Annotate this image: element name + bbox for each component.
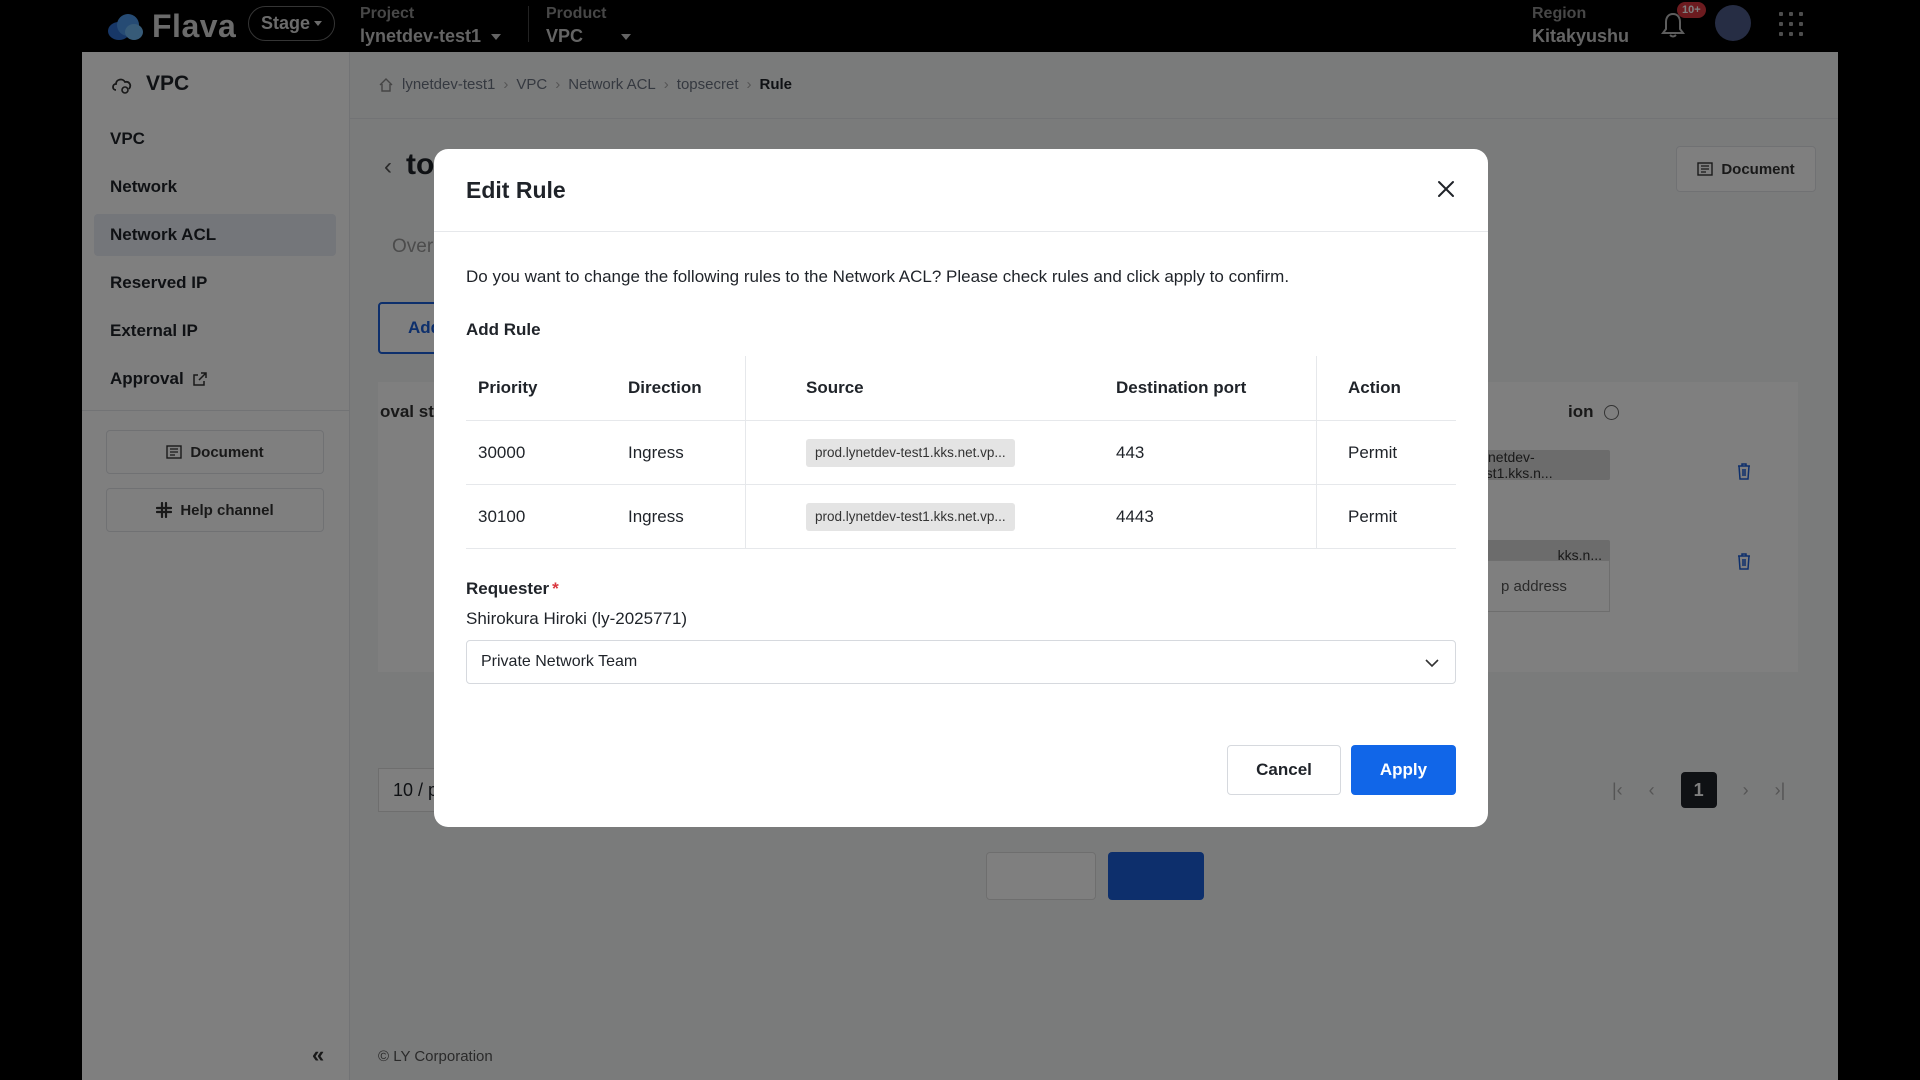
- priority-cell: 30100: [478, 506, 526, 526]
- action-cell: Permit: [1348, 442, 1398, 462]
- table-row: 30000 Ingress prod.lynetdev-test1.kks.ne…: [466, 421, 1456, 485]
- chevron-down-icon: [1425, 659, 1439, 668]
- column-header-direction: Direction: [628, 378, 702, 397]
- dialog-description: Do you want to change the following rule…: [466, 267, 1290, 286]
- column-divider: [1316, 356, 1317, 548]
- action-cell: Permit: [1348, 506, 1398, 526]
- table-header-row: Priority Direction Source Destination po…: [466, 356, 1456, 421]
- section-title: Add Rule: [466, 320, 541, 339]
- team-select[interactable]: Private Network Team: [466, 640, 1456, 684]
- requester-name: Shirokura Hiroki (ly-2025771): [466, 609, 688, 628]
- dialog-title: Edit Rule: [466, 177, 566, 203]
- source-chip: prod.lynetdev-test1.kks.net.vp...: [806, 438, 1015, 467]
- dialog-header: Edit Rule: [434, 149, 1488, 232]
- column-header-source: Source: [806, 378, 864, 397]
- priority-cell: 30000: [478, 442, 526, 462]
- requester-label-text: Requester: [466, 579, 550, 598]
- direction-cell: Ingress: [628, 442, 684, 462]
- direction-cell: Ingress: [628, 506, 684, 526]
- column-header-destination-port: Destination port: [1116, 378, 1247, 397]
- source-cell: prod.lynetdev-test1.kks.net.vp...: [806, 421, 1015, 484]
- rules-table: Priority Direction Source Destination po…: [466, 356, 1456, 549]
- required-mark: *: [552, 579, 559, 598]
- column-divider: [745, 356, 746, 548]
- team-select-value: Private Network Team: [481, 653, 638, 670]
- table-row: 30100 Ingress prod.lynetdev-test1.kks.ne…: [466, 485, 1456, 549]
- port-cell: 443: [1116, 442, 1145, 462]
- edit-rule-dialog: Edit Rule Do you want to change the foll…: [434, 149, 1488, 827]
- source-cell: prod.lynetdev-test1.kks.net.vp...: [806, 485, 1015, 548]
- column-header-priority: Priority: [478, 378, 538, 397]
- column-header-action: Action: [1348, 378, 1401, 397]
- apply-button[interactable]: Apply: [1351, 745, 1456, 795]
- cancel-button[interactable]: Cancel: [1227, 745, 1341, 795]
- port-cell: 4443: [1116, 506, 1154, 526]
- requester-label: Requester *: [466, 579, 559, 599]
- source-chip: prod.lynetdev-test1.kks.net.vp...: [806, 502, 1015, 531]
- close-icon[interactable]: [1430, 173, 1462, 205]
